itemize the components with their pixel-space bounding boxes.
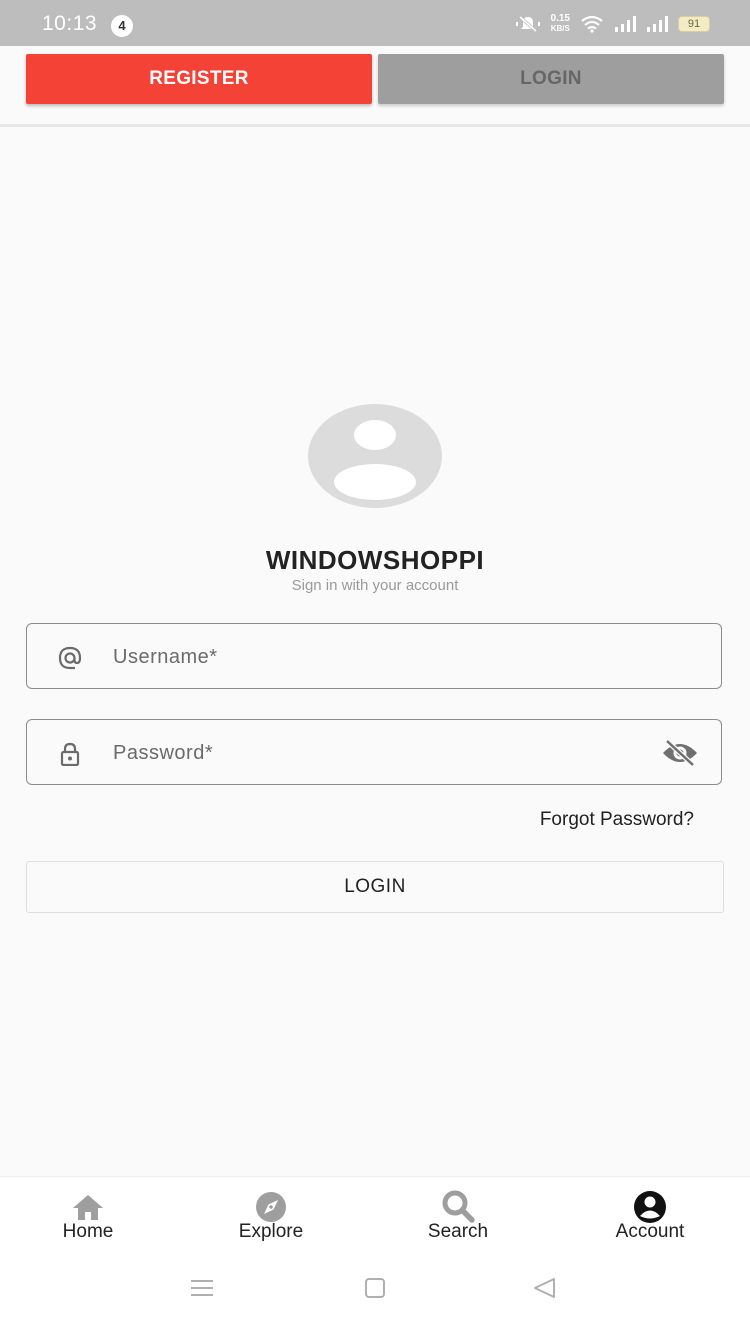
nav-item-home[interactable]: Home (23, 1189, 153, 1243)
network-speed-unit: KB/S (550, 24, 570, 33)
compass-icon (256, 1192, 286, 1222)
bottom-navigation: Home Explore Search Account (0, 1176, 750, 1255)
nav-label-search: Search (427, 1221, 489, 1242)
forgot-password-link[interactable]: Forgot Password? (540, 809, 694, 831)
nav-item-explore[interactable]: Explore (206, 1189, 336, 1243)
auth-tab-bar: REGISTER LOGIN (0, 46, 750, 127)
nav-label-home: Home (62, 1221, 114, 1242)
signal-icon-2 (647, 16, 668, 32)
password-input[interactable] (111, 720, 635, 786)
back-triangle-icon[interactable] (524, 1276, 564, 1300)
status-icons: 0.15 KB/S 91 (515, 12, 710, 36)
password-field[interactable] (26, 719, 722, 786)
square-icon[interactable] (355, 1276, 395, 1300)
login-tab-button[interactable]: LOGIN (378, 54, 724, 104)
avatar-placeholder-icon (308, 404, 442, 508)
status-time: 10:13 (42, 12, 98, 35)
account-circle-icon (634, 1191, 666, 1223)
username-input[interactable] (111, 624, 635, 690)
wifi-icon (581, 15, 603, 33)
nav-item-account[interactable]: Account (585, 1189, 715, 1243)
network-speed: 0.15 KB/S (551, 14, 570, 34)
username-field[interactable] (26, 623, 722, 690)
brand-title: WINDOWSHOPPI (265, 545, 485, 575)
eye-off-icon[interactable] (661, 739, 699, 767)
menu-icon[interactable] (182, 1276, 222, 1300)
battery-indicator: 91 (678, 16, 710, 32)
lock-icon (60, 742, 80, 766)
network-speed-value: 0.15 (550, 13, 570, 24)
nav-item-search[interactable]: Search (393, 1189, 523, 1243)
signal-icon-1 (615, 16, 636, 32)
sign-in-subtitle: Sign in with your account (291, 577, 459, 594)
status-bar: 10:13 4 0.15 KB/S 91 (0, 0, 750, 46)
home-icon (73, 1195, 103, 1220)
at-icon (58, 646, 82, 670)
login-submit-button[interactable]: LOGIN (26, 861, 724, 913)
notification-count-badge: 4 (111, 15, 133, 37)
nav-label-account: Account (615, 1221, 685, 1242)
search-icon (442, 1190, 475, 1223)
login-screen: 10:13 4 0.15 KB/S 91 REGISTER LOGIN WIND… (0, 0, 750, 1334)
register-tab-button[interactable]: REGISTER (26, 54, 372, 104)
nav-label-explore: Explore (238, 1221, 304, 1242)
system-navigation-bar (0, 1254, 750, 1334)
mute-bell-icon (515, 15, 540, 33)
